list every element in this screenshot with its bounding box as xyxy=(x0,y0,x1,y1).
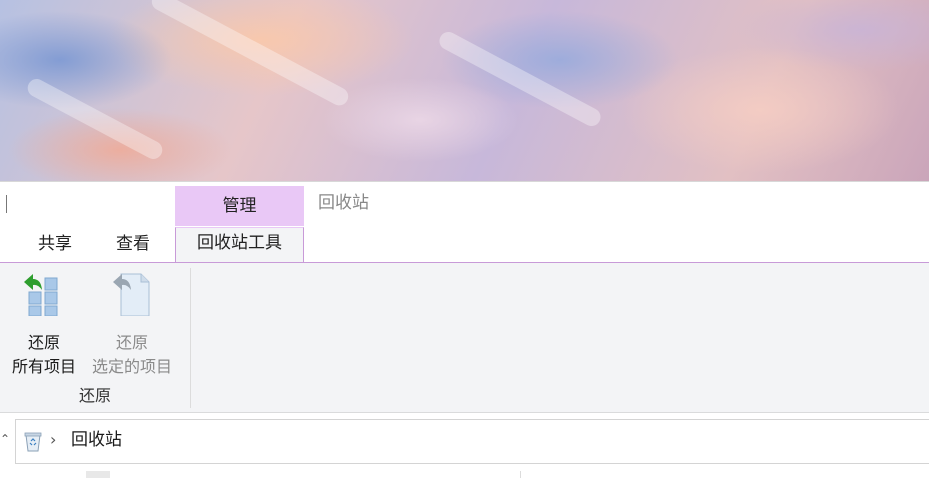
restore-all-label-line1: 还原 xyxy=(27,333,60,352)
ribbon-group-label-restore: 还原 xyxy=(78,386,111,405)
file-list-header-strip xyxy=(0,471,929,478)
column-header-segment xyxy=(86,471,110,478)
title-bar-separator xyxy=(6,195,7,213)
restore-selected-button[interactable]: 还原 选定的项目 xyxy=(84,270,180,379)
tab-view[interactable]: 查看 xyxy=(100,229,166,261)
cloud-streak xyxy=(148,0,352,109)
tab-recycle-bin-tools[interactable]: 回收站工具 xyxy=(175,227,304,262)
address-bar[interactable]: › 回收站 xyxy=(15,419,929,464)
context-tab-group-manage: 管理 xyxy=(175,186,304,226)
tab-share[interactable]: 共享 xyxy=(22,229,88,261)
column-divider xyxy=(520,471,521,478)
restore-all-label-line2: 所有项目 xyxy=(11,357,76,376)
up-arrow-icon[interactable]: ⌃ xyxy=(0,432,10,446)
restore-all-icon xyxy=(4,270,84,323)
window-title: 回收站 xyxy=(318,193,369,213)
ribbon-group-separator xyxy=(190,268,191,408)
desktop-wallpaper xyxy=(0,0,929,181)
recycle-bin-icon xyxy=(22,430,44,456)
restore-all-button[interactable]: 还原 所有项目 xyxy=(4,270,84,379)
cloud-streak xyxy=(436,28,604,130)
chevron-right-icon[interactable]: › xyxy=(50,430,56,450)
restore-selected-label-line2: 选定的项目 xyxy=(91,357,172,376)
cloud-streak xyxy=(24,75,166,163)
restore-selected-icon xyxy=(84,270,180,323)
restore-selected-label-line1: 还原 xyxy=(115,333,148,352)
address-path[interactable]: 回收站 xyxy=(71,428,122,452)
